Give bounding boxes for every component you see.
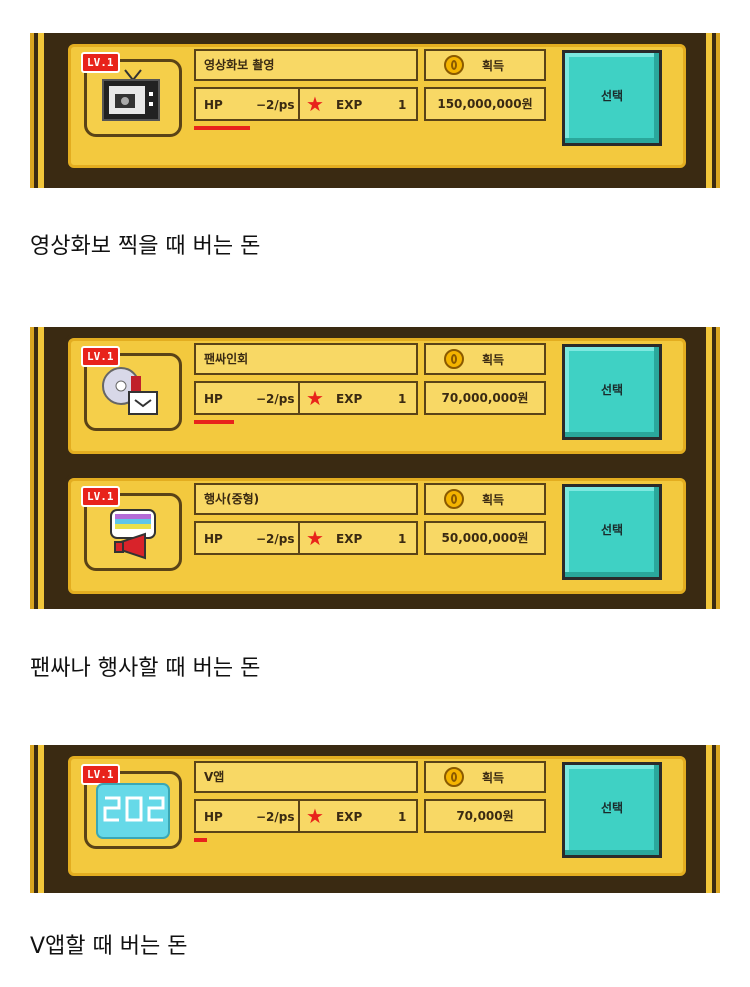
caption: 팬싸나 행사할 때 버는 돈 [30,656,261,681]
hp-bar [194,126,418,130]
star-icon: ★ [306,804,324,828]
job-info: 영상화보 촬영 획득 HP −2/ps ★ EXP 1 150,000,000원 [194,49,546,131]
job-card: LV.1 영상화보 촬영 획득 HP −2/ps ★ EXP 1 150,000… [64,40,690,172]
divider [298,521,300,555]
stats-box: HP −2/ps ★ EXP 1 [194,521,418,555]
job-icon-frame: LV.1 [81,486,182,571]
hp-bar [194,838,418,842]
stats-box: HP −2/ps ★ EXP 1 [194,799,418,833]
job-info: 행사(중형) 획득 HP −2/ps ★ EXP 1 50,000,000원 [194,483,546,565]
job-icon-frame: LV.1 [81,52,182,137]
caption: V앱할 때 버는 돈 [30,934,188,959]
earn-label: 획득 [482,771,505,785]
select-button[interactable]: 선택 [562,50,662,146]
divider [298,799,300,833]
exp-value: 1 [398,392,407,406]
job-card: LV.1 팬싸인회 획득 HP −2/ps ★ EXP 1 70,000,000… [64,334,690,458]
exp-label: EXP [336,532,363,546]
hp-bar-fill [194,838,208,842]
tv-camera-icon [102,69,160,121]
cd-signing-icon [102,367,158,415]
star-icon: ★ [306,386,324,410]
hp-rate: −2/ps [256,392,295,406]
money-value: 70,000,000원 [424,381,546,415]
select-button[interactable]: 선택 [562,344,662,440]
select-button[interactable]: 선택 [562,484,662,580]
exp-label: EXP [336,98,363,112]
job-card: LV.1 행사(중형) 획득 HP −2/ps ★ EXP 1 50,000,0… [64,474,690,598]
exp-label: EXP [336,810,363,824]
coin-icon [444,489,464,509]
exp-label: EXP [336,392,363,406]
hp-rate: −2/ps [256,98,295,112]
job-name: 팬싸인회 [194,343,418,375]
hp-rate: −2/ps [256,532,295,546]
vlive-icon [96,783,170,839]
hp-label: HP [204,392,223,406]
hp-label: HP [204,98,223,112]
earn-box: 획득 [424,483,546,515]
divider [298,87,300,121]
exp-value: 1 [398,98,407,112]
hp-label: HP [204,532,223,546]
stats-box: HP −2/ps ★ EXP 1 [194,87,418,121]
earn-label: 획득 [482,493,505,507]
money-value: 70,000원 [424,799,546,833]
earn-box: 획득 [424,343,546,375]
earn-label: 획득 [482,353,505,367]
job-icon-frame: LV.1 [81,764,182,849]
hp-bar [194,560,418,564]
caption: 영상화보 찍을 때 버는 돈 [30,234,261,259]
money-value: 150,000,000원 [424,87,546,121]
job-name: V앱 [194,761,418,793]
earn-label: 획득 [482,59,505,73]
hp-bar-fill [194,420,235,424]
coin-icon [444,55,464,75]
money-value: 50,000,000원 [424,521,546,555]
hp-bar-fill [194,126,250,130]
hp-rate: −2/ps [256,810,295,824]
hp-label: HP [204,810,223,824]
job-name: 영상화보 촬영 [194,49,418,81]
earn-box: 획득 [424,49,546,81]
job-name: 행사(중형) [194,483,418,515]
hp-bar [194,420,418,424]
divider [298,381,300,415]
job-card: LV.1 V앱 획득 HP −2/ps ★ EXP 1 70,000원 선택 [64,752,690,880]
exp-value: 1 [398,810,407,824]
job-info: 팬싸인회 획득 HP −2/ps ★ EXP 1 70,000,000원 [194,343,546,425]
coin-icon [444,767,464,787]
star-icon: ★ [306,92,324,116]
earn-box: 획득 [424,761,546,793]
stats-box: HP −2/ps ★ EXP 1 [194,381,418,415]
coin-icon [444,349,464,369]
job-icon-frame: LV.1 [81,346,182,431]
exp-value: 1 [398,532,407,546]
select-button[interactable]: 선택 [562,762,662,858]
star-icon: ★ [306,526,324,550]
job-info: V앱 획득 HP −2/ps ★ EXP 1 70,000원 [194,761,546,843]
megaphone-event-icon [110,509,156,560]
